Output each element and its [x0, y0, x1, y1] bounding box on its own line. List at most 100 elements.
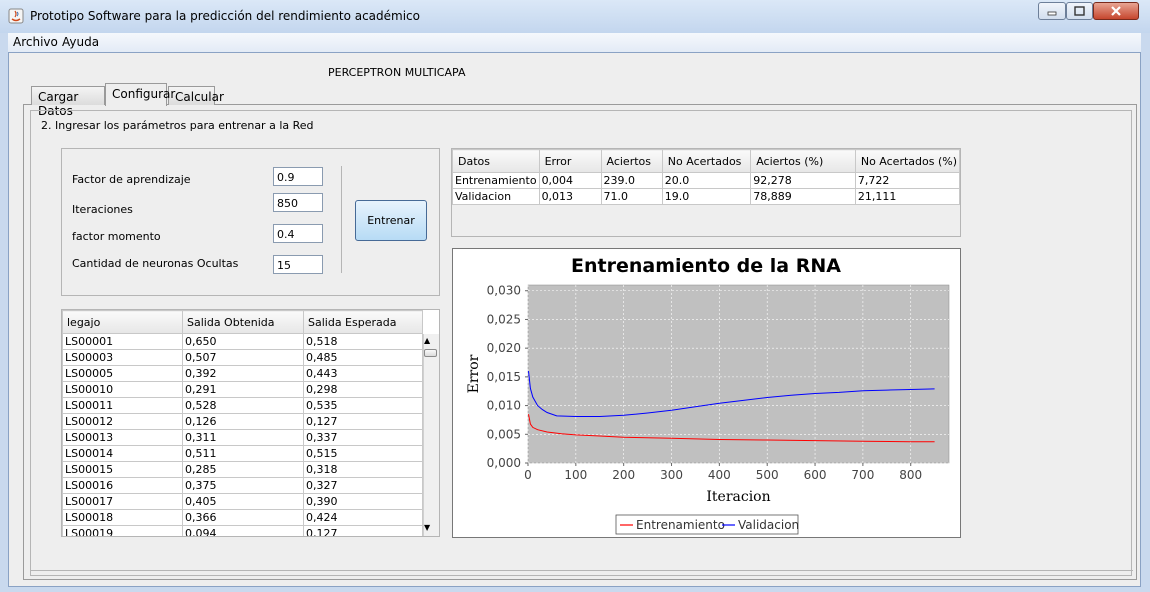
table-cell: 0,318 [303, 461, 423, 478]
table-row[interactable]: LS00003 0,507 0,485 [62, 349, 423, 366]
y-axis-label: Error [466, 354, 482, 393]
chart-svg: Entrenamiento de la RNA 0 100 200 300 400 500 6… [466, 255, 950, 535]
learning-rate-label: Factor de aprendizaje [72, 173, 191, 186]
output-header-salida-obtenida[interactable]: Salida Obtenida [182, 310, 304, 334]
table-cell: 0,311 [182, 429, 304, 446]
table-row[interactable]: LS00019 0,094 0,127 [62, 525, 423, 536]
output-table: legajo Salida Obtenida Salida Esperada L… [62, 310, 423, 536]
y-tick-label: 0,025 [487, 312, 521, 326]
table-cell: 0,518 [303, 333, 423, 350]
table-cell: 0,535 [303, 397, 423, 414]
table-cell: LS00010 [62, 381, 183, 398]
x-tick-label: 700 [851, 468, 874, 482]
output-table-container: legajo Salida Obtenida Salida Esperada L… [61, 309, 440, 537]
results-header-aciertos[interactable]: Aciertos [600, 149, 663, 173]
iterations-input[interactable]: 850 [273, 193, 323, 212]
x-tick-label: 800 [899, 468, 922, 482]
momentum-input[interactable]: 0.4 [273, 224, 323, 243]
tab-cargar-datos[interactable]: Cargar Datos [31, 86, 105, 118]
table-row[interactable]: Validacion 0,013 71.0 19.0 78,889 21,111 [452, 188, 961, 205]
java-app-icon [8, 8, 24, 24]
legend-label-entrenamiento: Entrenamiento [636, 518, 725, 532]
x-tick-label: 500 [756, 468, 779, 482]
results-header-aciertos-pct[interactable]: Aciertos (%) [750, 149, 856, 173]
y-tick-label: 0,015 [487, 370, 521, 384]
table-row[interactable]: LS00018 0,366 0,424 [62, 509, 423, 526]
table-row[interactable]: LS00001 0,650 0,518 [62, 333, 423, 350]
tab-configurar[interactable]: Configurar [105, 83, 175, 106]
plot-area [527, 284, 950, 464]
learning-rate-input[interactable]: 0.9 [273, 167, 323, 186]
results-header-no-acertados-pct[interactable]: No Acertados (%) [854, 149, 961, 173]
table-cell: LS00011 [62, 397, 183, 414]
table-cell: Entrenamiento [452, 172, 540, 189]
table-cell: 0,405 [182, 493, 304, 510]
table-cell: 0,424 [303, 509, 423, 526]
table-cell: LS00012 [62, 413, 183, 430]
table-row[interactable]: LS00017 0,405 0,390 [62, 493, 423, 510]
table-cell: 20.0 [661, 172, 752, 189]
table-cell: 71.0 [600, 188, 663, 205]
hidden-neurons-input[interactable]: 15 [273, 255, 323, 274]
output-table-scrollbar[interactable] [423, 334, 439, 536]
window-title: Prototipo Software para la predicción de… [30, 9, 420, 23]
table-row[interactable]: LS00011 0,528 0,535 [62, 397, 423, 414]
results-header-datos[interactable]: Datos [452, 149, 540, 173]
table-row[interactable]: LS00010 0,291 0,298 [62, 381, 423, 398]
table-cell: 78,889 [750, 188, 856, 205]
table-row[interactable]: LS00014 0,511 0,515 [62, 445, 423, 462]
menu-archivo[interactable]: Archivo [13, 35, 58, 49]
scroll-down-arrow-icon[interactable]: ▼ [424, 523, 430, 532]
table-cell: 0,094 [182, 525, 304, 536]
table-row[interactable]: LS00013 0,311 0,337 [62, 429, 423, 446]
table-cell: 0,337 [303, 429, 423, 446]
y-tick-label: 0,000 [487, 456, 521, 470]
table-cell: 0,126 [182, 413, 304, 430]
output-header-legajo[interactable]: legajo [62, 310, 183, 334]
table-cell: 0,127 [303, 525, 423, 536]
y-tick-label: 0,010 [487, 399, 521, 413]
table-cell: 19.0 [661, 188, 752, 205]
table-cell: 0,013 [538, 188, 602, 205]
table-row[interactable]: LS00015 0,285 0,318 [62, 461, 423, 478]
maximize-button[interactable] [1066, 2, 1093, 20]
table-cell: LS00013 [62, 429, 183, 446]
maximize-icon [1074, 6, 1085, 16]
table-cell: 0,511 [182, 445, 304, 462]
x-tick-label: 400 [708, 468, 731, 482]
train-button[interactable]: Entrenar [355, 200, 427, 241]
x-tick-label: 100 [564, 468, 587, 482]
table-cell: 0,485 [303, 349, 423, 366]
y-tick-label: 0,005 [487, 427, 521, 441]
x-tick-label: 300 [660, 468, 683, 482]
output-header-salida-esperada[interactable]: Salida Esperada [303, 310, 423, 334]
minimize-button[interactable] [1038, 2, 1066, 20]
menu-ayuda[interactable]: Ayuda [62, 35, 99, 49]
table-row[interactable]: LS00012 0,126 0,127 [62, 413, 423, 430]
table-cell: LS00014 [62, 445, 183, 462]
results-header-no-acertados[interactable]: No Acertados [661, 149, 752, 173]
bottom-separator [31, 570, 1133, 571]
table-cell: Validacion [452, 188, 540, 205]
table-row[interactable]: LS00005 0,392 0,443 [62, 365, 423, 382]
hidden-neurons-label: Cantidad de neuronas Ocultas [72, 257, 239, 270]
table-cell: 0,285 [182, 461, 304, 478]
table-cell: LS00003 [62, 349, 183, 366]
tab-calcular[interactable]: Calcular [168, 86, 224, 105]
close-button[interactable] [1093, 2, 1139, 20]
table-cell: LS00018 [62, 509, 183, 526]
scroll-up-arrow-icon[interactable]: ▲ [424, 336, 430, 345]
table-cell: 0,375 [182, 477, 304, 494]
scroll-thumb[interactable] [424, 349, 437, 357]
table-cell: LS00016 [62, 477, 183, 494]
results-table: Datos Error Aciertos No Acertados Aciert… [452, 149, 961, 205]
table-row[interactable]: Entrenamiento 0,004 239.0 20.0 92,278 7,… [452, 172, 961, 189]
table-cell: 0,650 [182, 333, 304, 350]
table-cell: 0,443 [303, 365, 423, 382]
results-header-row: Datos Error Aciertos No Acertados Aciert… [452, 149, 961, 173]
table-cell: 7,722 [854, 172, 961, 189]
table-cell: 0,507 [182, 349, 304, 366]
table-row[interactable]: LS00016 0,375 0,327 [62, 477, 423, 494]
output-header-row: legajo Salida Obtenida Salida Esperada [62, 310, 423, 334]
results-header-error[interactable]: Error [538, 149, 602, 173]
